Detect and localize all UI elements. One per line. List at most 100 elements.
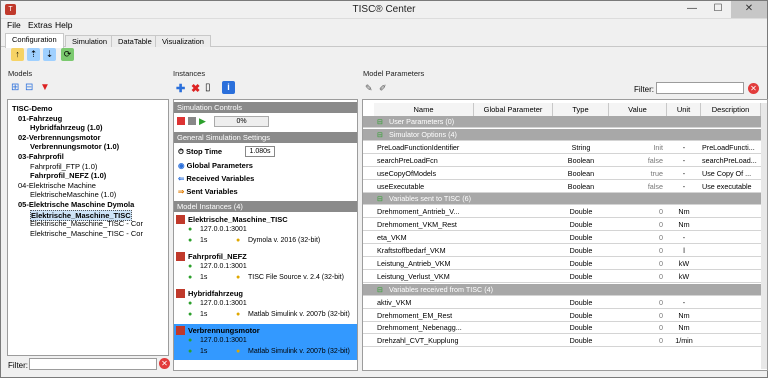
expand-icon[interactable]: ⊟ [377, 193, 383, 204]
pause-icon[interactable] [188, 117, 196, 125]
tree-item[interactable]: Elektrische_Maschine_TISC - Cor [30, 219, 143, 228]
tree-item[interactable]: Fahrprofil_FTP (1.0) [30, 162, 97, 171]
tab-simulation[interactable]: Simulation [65, 35, 115, 47]
maximize-button[interactable]: ☐ [705, 1, 731, 18]
models-tree[interactable]: TISC-Demo 01-Fahrzeug Hybridfahrzeug (1.0)… [7, 99, 169, 356]
param-type: Double [569, 271, 593, 281]
instance-item[interactable]: Hybridfahrzeug ● 127.0.0.1:3001 ● 1s ● Matlab … [174, 287, 357, 323]
tab-datatable[interactable]: DataTable [111, 35, 159, 47]
expand-icon[interactable]: ⊟ [377, 116, 383, 127]
menu-extras[interactable]: Extras [28, 20, 52, 30]
param-value[interactable]: true [609, 168, 663, 179]
instance-item[interactable]: Elektrische_Maschine_TISC ● 127.0.0.1:3001… [174, 213, 357, 249]
param-value[interactable]: Init [609, 142, 663, 153]
col-value[interactable]: Value [609, 103, 667, 116]
filter-icon[interactable]: ▼ [40, 82, 50, 93]
param-value[interactable]: false [609, 181, 663, 192]
params-filter-input[interactable] [656, 82, 744, 94]
copy-instance-icon[interactable]: ▯ [205, 82, 211, 93]
tree-item[interactable]: Elektrische_Maschine_TISC - Cor [30, 229, 143, 238]
param-value[interactable]: 0 [609, 232, 663, 243]
stop-time-input[interactable]: 1.080s [245, 146, 275, 157]
received-vars-item[interactable]: ⇐ Received Variables [178, 174, 254, 183]
remove-instance-icon[interactable]: ✖ [191, 82, 200, 95]
clear-params-filter-icon[interactable]: ✕ [748, 83, 759, 94]
tree-item[interactable]: 03-Fahrprofil [18, 152, 64, 161]
param-row[interactable]: aktiv_VKM Double 0 - [363, 296, 761, 309]
group-row[interactable]: ⊟ Variables received from TISC (4) [363, 283, 761, 296]
collapse-all-icon[interactable]: ⊟ [25, 82, 33, 93]
col-unit[interactable]: Unit [667, 103, 701, 116]
tree-item[interactable]: Hybridfahrzeug (1.0) [30, 123, 103, 132]
models-filter-input[interactable] [29, 358, 157, 370]
param-value[interactable]: 0 [609, 219, 663, 230]
param-row[interactable]: Drehmoment_EM_Rest Double 0 Nm [363, 309, 761, 322]
info-icon[interactable]: i [222, 81, 235, 94]
param-unit: kW [678, 258, 690, 268]
play-icon[interactable]: ▶ [199, 116, 206, 127]
group-row[interactable]: ⊟ User Parameters (0) [363, 116, 761, 128]
param-row[interactable]: Drehmoment_Antrieb_V... Double 0 Nm [363, 206, 761, 219]
param-value[interactable]: 0 [609, 245, 663, 256]
global-params-item[interactable]: ◉ Global Parameters [178, 161, 253, 170]
param-value[interactable]: 0 [609, 297, 663, 308]
param-row[interactable]: useCopyOfModels Boolean true - Use Copy Of .… [363, 167, 761, 180]
param-row[interactable]: eta_VKM Double 0 - [363, 232, 761, 245]
expand-icon[interactable]: ⊟ [377, 284, 383, 295]
tree-item[interactable]: ElektrischeMaschine (1.0) [30, 190, 116, 199]
instance-item[interactable]: Verbrennungsmotor ● 127.0.0.1:3001 ● 1s ● Matl… [174, 324, 357, 360]
param-row[interactable]: Drehmoment_VKM_Rest Double 0 Nm [363, 219, 761, 232]
tree-item[interactable]: TISC-Demo [12, 104, 52, 113]
menu-file[interactable]: File [7, 20, 21, 30]
expand-icon[interactable]: ⊟ [377, 129, 383, 140]
param-value[interactable]: 0 [609, 271, 663, 282]
tab-visualization[interactable]: Visualization [155, 35, 211, 47]
menu-help[interactable]: Help [55, 20, 72, 30]
param-value[interactable]: 0 [609, 258, 663, 269]
open-icon[interactable]: ↑ [11, 48, 24, 61]
param-row[interactable]: PreLoadFunctionIdentifier String Init - PreL… [363, 141, 761, 154]
col-global-param[interactable]: Global Parameter [474, 103, 553, 116]
param-value[interactable]: 0 [609, 322, 663, 333]
param-row[interactable]: Drehzahl_CVT_Kupplung Double 0 1/min [363, 335, 761, 348]
stop-icon[interactable] [177, 117, 185, 125]
expand-all-icon[interactable]: ⊞ [11, 82, 19, 93]
col-name[interactable]: Name [374, 103, 474, 116]
params-scrollbar[interactable] [761, 103, 767, 369]
tree-item[interactable]: 02-Verbrennungsmotor [18, 133, 101, 142]
param-value[interactable]: 0 [609, 335, 663, 346]
connect-icon[interactable]: ⟳ [61, 48, 74, 61]
param-row[interactable]: searchPreLoadFcn Boolean false - searchPreLo… [363, 154, 761, 167]
minimize-button[interactable]: — [679, 1, 705, 18]
param-row[interactable]: Leistung_Verlust_VKM Double 0 kW [363, 270, 761, 283]
param-row[interactable]: Kraftstoffbedarf_VKM Double 0 l [363, 245, 761, 257]
param-row[interactable]: useExecutable Boolean false - Use executable [363, 180, 761, 193]
param-value[interactable]: 0 [609, 206, 663, 217]
upload-icon[interactable]: ⇡ [27, 48, 40, 61]
group-row[interactable]: ⊟ Simulator Options (4) [363, 128, 761, 141]
instance-item[interactable]: Fahrprofil_NEFZ ● 127.0.0.1:3001 ● 1s ● TISC F… [174, 250, 357, 286]
param-row[interactable]: Drehmoment_Nebenagg... Double 0 Nm [363, 322, 761, 335]
pencil-icon[interactable]: ✐ [379, 83, 387, 94]
close-button[interactable]: ✕ [731, 1, 767, 18]
edit-icon[interactable]: ✎ [365, 83, 373, 94]
group-row[interactable]: ⊟ Variables sent to TISC (6) [363, 193, 761, 206]
col-type[interactable]: Type [553, 103, 609, 116]
tree-item[interactable]: Fahrprofil_NEFZ (1.0) [30, 171, 106, 180]
tree-item[interactable]: 01-Fahrzeug [18, 114, 62, 123]
sim-controls-header: Simulation Controls [174, 102, 357, 113]
tab-configuration[interactable]: Configuration [5, 33, 64, 48]
param-value[interactable]: 0 [609, 310, 663, 321]
col-description[interactable]: Description [701, 103, 761, 116]
tree-item[interactable]: 04-Elektrische Machine [18, 181, 96, 190]
arrow-left-icon: ⇐ [178, 174, 185, 183]
param-row[interactable]: Leistung_Antrieb_VKM Double 0 kW [363, 257, 761, 270]
tree-item[interactable]: 05-Elektrische Maschine Dymola [18, 200, 134, 209]
add-instance-icon[interactable]: ✚ [176, 82, 185, 95]
sent-vars-item[interactable]: ⇒ Sent Variables [178, 187, 238, 196]
download-icon[interactable]: ⇣ [43, 48, 56, 61]
param-value[interactable]: false [609, 155, 663, 166]
clear-filter-icon[interactable]: ✕ [159, 358, 170, 369]
instance-step: 1s [200, 348, 208, 355]
tree-item[interactable]: Verbrennungsmotor (1.0) [30, 142, 119, 151]
